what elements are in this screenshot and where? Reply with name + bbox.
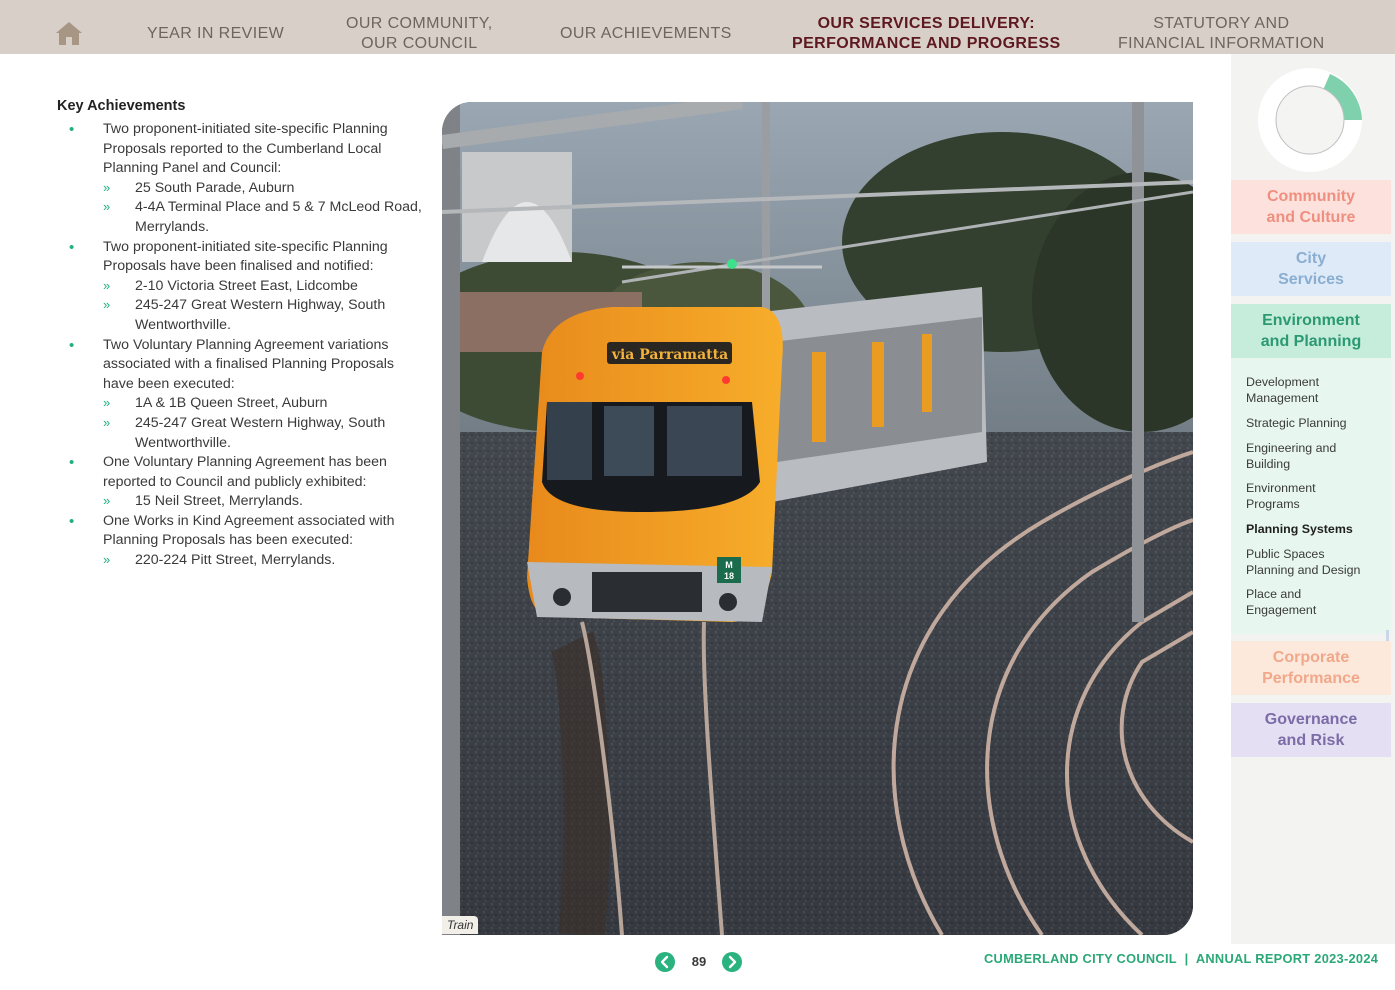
subnav-label-line2: Building <box>1246 456 1291 471</box>
sub-list-item: 25 South Parade, Auburn <box>103 178 427 199</box>
tab-city-services[interactable]: City Services <box>1231 242 1391 296</box>
sub-list: 1A & 1B Queen Street, Auburn 245-247 Gre… <box>103 393 427 453</box>
tab-label-line1: City <box>1295 250 1327 267</box>
tab-label-line2: and Culture <box>1266 209 1356 226</box>
tab-label-line2: Services <box>1278 271 1344 288</box>
footer-title: CUMBERLAND CITY COUNCIL | ANNUAL REPORT … <box>984 951 1378 966</box>
subnav-place-and-engagement[interactable]: Place and Engagement <box>1246 587 1316 618</box>
subnav-label-line2: Programs <box>1246 496 1300 511</box>
tab-label-line1: Corporate <box>1272 649 1350 666</box>
nav-label-line1: OUR COMMUNITY, <box>346 15 493 32</box>
sub-list-item: 4-4A Terminal Place and 5 & 7 McLeod Roa… <box>103 197 427 237</box>
subnav-label-line2: Engagement <box>1246 602 1317 617</box>
tab-label-line2: and Planning <box>1260 333 1362 350</box>
nav-our-services-delivery[interactable]: OUR SERVICES DELIVERY: PERFORMANCE AND P… <box>792 14 1061 54</box>
footer-org-name: CUMBERLAND CITY COUNCIL <box>984 951 1177 966</box>
tab-corporate-performance[interactable]: Corporate Performance <box>1231 641 1391 695</box>
nav-label-line2: FINANCIAL INFORMATION <box>1118 35 1325 52</box>
list-item-text: Two proponent-initiated site-specific Pl… <box>103 238 388 275</box>
subnav-development-management[interactable]: Development Management <box>1246 375 1319 406</box>
list-item: Two proponent-initiated site-specific Pl… <box>57 238 427 336</box>
nav-our-community-our-council[interactable]: OUR COMMUNITY, OUR COUNCIL <box>346 14 493 54</box>
tab-label-line1: Governance <box>1264 711 1358 728</box>
subnav-engineering-and-building[interactable]: Engineering and Building <box>1246 441 1336 472</box>
footer-report-name: ANNUAL REPORT 2023-2024 <box>1195 951 1379 966</box>
sub-list: 2-10 Victoria Street East, Lidcombe 245-… <box>103 276 427 336</box>
tab-environment-and-planning[interactable]: Environment and Planning <box>1231 304 1391 358</box>
sub-list-item: 2-10 Victoria Street East, Lidcombe <box>103 276 427 297</box>
subnav-label-line1: Engineering and <box>1246 441 1337 455</box>
nav-our-achievements[interactable]: OUR ACHIEVEMENTS <box>560 24 732 44</box>
tab-governance-and-risk[interactable]: Governance and Risk <box>1231 703 1391 757</box>
list-item-text: Two Voluntary Planning Agreement variati… <box>103 336 395 392</box>
key-achievements-section: Key Achievements Two proponent-initiated… <box>57 98 427 571</box>
tab-label-line2: Performance <box>1262 670 1360 687</box>
subnav-label-line1: Public Spaces <box>1246 547 1325 561</box>
sub-list-item: 220-224 Pitt Street, Merrylands. <box>103 550 427 571</box>
subnav-planning-systems[interactable]: Planning Systems <box>1246 522 1353 538</box>
tab-label-line2: and Risk <box>1277 732 1345 749</box>
sub-list-item: 245-247 Great Western Highway, South Wen… <box>103 413 427 453</box>
nav-label-line2: OUR COUNCIL <box>361 35 478 52</box>
top-navigation: YEAR IN REVIEW OUR COMMUNITY, OUR COUNCI… <box>0 0 1395 54</box>
nav-statutory-financial[interactable]: STATUTORY AND FINANCIAL INFORMATION <box>1118 14 1325 54</box>
progress-ring-icon <box>1258 68 1362 172</box>
nav-label-line2: PERFORMANCE AND PROGRESS <box>792 35 1061 52</box>
page-number: 89 <box>691 954 707 969</box>
subnav-label-line1: Development <box>1246 375 1320 389</box>
car-number-bottom: 18 <box>724 571 734 581</box>
subnav-label-line1: Planning Systems <box>1246 522 1353 536</box>
subnav-label-line2: Planning and Design <box>1246 562 1361 577</box>
subnav-label-line1: Strategic Planning <box>1246 416 1347 430</box>
next-page-button[interactable] <box>722 952 742 972</box>
tab-label-line1: Environment <box>1262 312 1360 329</box>
subnav-public-spaces-planning-design[interactable]: Public Spaces Planning and Design <box>1246 547 1360 578</box>
tab-label-line1: Community <box>1267 188 1355 205</box>
sub-list-item: 1A & 1B Queen Street, Auburn <box>103 393 427 414</box>
sub-list: 220-224 Pitt Street, Merrylands. <box>103 550 427 571</box>
achievements-list: Two proponent-initiated site-specific Pl… <box>57 120 427 571</box>
train-photo: via Parramatta M 18 <box>442 102 1193 935</box>
sub-list-item: 245-247 Great Western Highway, South Wen… <box>103 295 427 335</box>
list-item-text: Two proponent-initiated site-specific Pl… <box>103 121 388 177</box>
subnav-label-line2: Management <box>1246 390 1319 405</box>
subnav-label-line1: Environment <box>1246 481 1316 495</box>
footer-separator: | <box>1184 951 1189 966</box>
list-item-text: One Voluntary Planning Agreement has bee… <box>103 454 387 490</box>
nav-label-line1: STATUTORY AND <box>1153 15 1290 32</box>
train-illustration: via Parramatta M 18 <box>442 102 1193 935</box>
photo-caption: Train <box>442 916 479 934</box>
list-item: One Works in Kind Agreement associated w… <box>57 512 427 571</box>
chevron-right-icon <box>728 955 737 969</box>
previous-page-button[interactable] <box>655 952 675 972</box>
list-item: Two proponent-initiated site-specific Pl… <box>57 120 427 238</box>
subnav-strategic-planning[interactable]: Strategic Planning <box>1246 416 1347 432</box>
destination-sign-text: via Parramatta <box>611 347 728 363</box>
list-item: Two Voluntary Planning Agreement variati… <box>57 336 427 454</box>
home-icon[interactable] <box>55 20 83 46</box>
section-heading: Key Achievements <box>57 98 186 114</box>
subnav-environment-programs[interactable]: Environment Programs <box>1246 481 1316 512</box>
sub-list-item: 15 Neil Street, Merrylands. <box>103 491 427 512</box>
sub-list: 25 South Parade, Auburn 4-4A Terminal Pl… <box>103 178 427 238</box>
chevron-left-icon <box>660 955 669 969</box>
list-item: One Voluntary Planning Agreement has bee… <box>57 453 427 512</box>
list-item-text: One Works in Kind Agreement associated w… <box>103 512 395 549</box>
subnav-label-line1: Place and <box>1246 587 1302 601</box>
sub-list: 15 Neil Street, Merrylands. <box>103 491 427 512</box>
car-number-top: M <box>725 560 733 570</box>
nav-year-in-review[interactable]: YEAR IN REVIEW <box>147 24 284 44</box>
tab-community-and-culture[interactable]: Community and Culture <box>1231 180 1391 234</box>
nav-label-line1: OUR SERVICES DELIVERY: <box>817 15 1036 32</box>
